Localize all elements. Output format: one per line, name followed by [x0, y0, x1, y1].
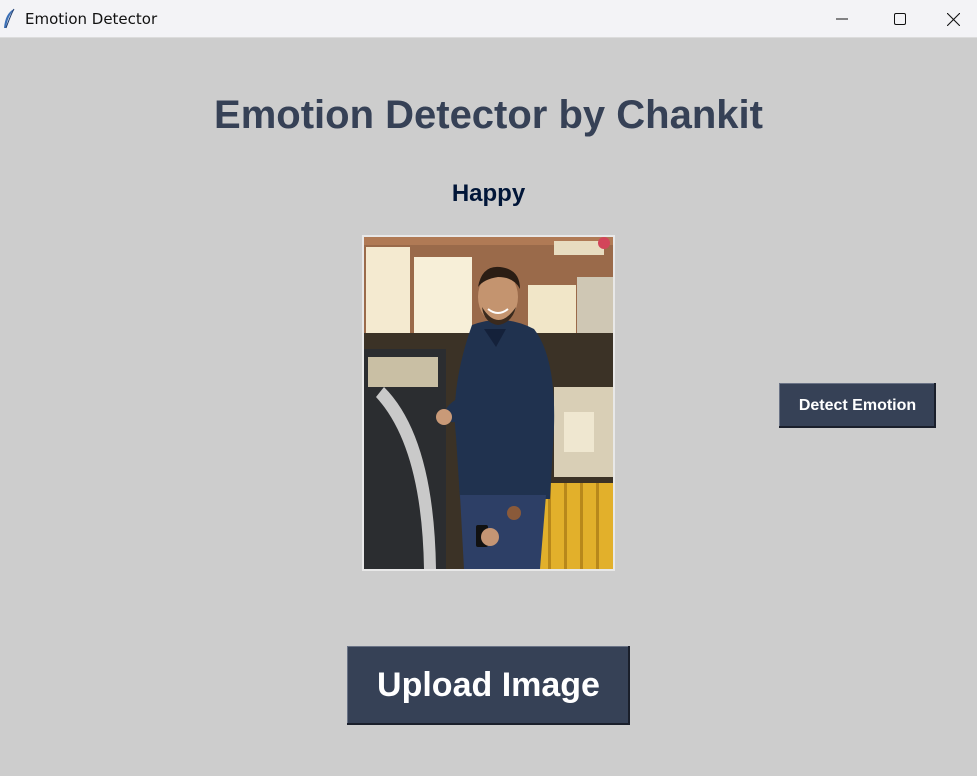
photo-illustration — [364, 237, 613, 569]
upload-image-button[interactable]: Upload Image — [347, 646, 630, 725]
page-title: Emotion Detector by Chankit — [214, 93, 763, 137]
maximize-icon — [894, 13, 906, 25]
detect-emotion-button[interactable]: Detect Emotion — [779, 383, 936, 428]
minimize-button[interactable] — [813, 0, 871, 38]
minimize-icon — [836, 18, 848, 20]
close-icon — [946, 12, 960, 26]
maximize-button[interactable] — [871, 0, 929, 38]
window-title: Emotion Detector — [25, 10, 158, 28]
title-bar: Emotion Detector — [0, 0, 977, 38]
feather-icon — [4, 8, 15, 29]
close-button[interactable] — [929, 0, 977, 38]
emotion-result-label: Happy — [451, 180, 526, 207]
uploaded-photo — [362, 235, 615, 571]
